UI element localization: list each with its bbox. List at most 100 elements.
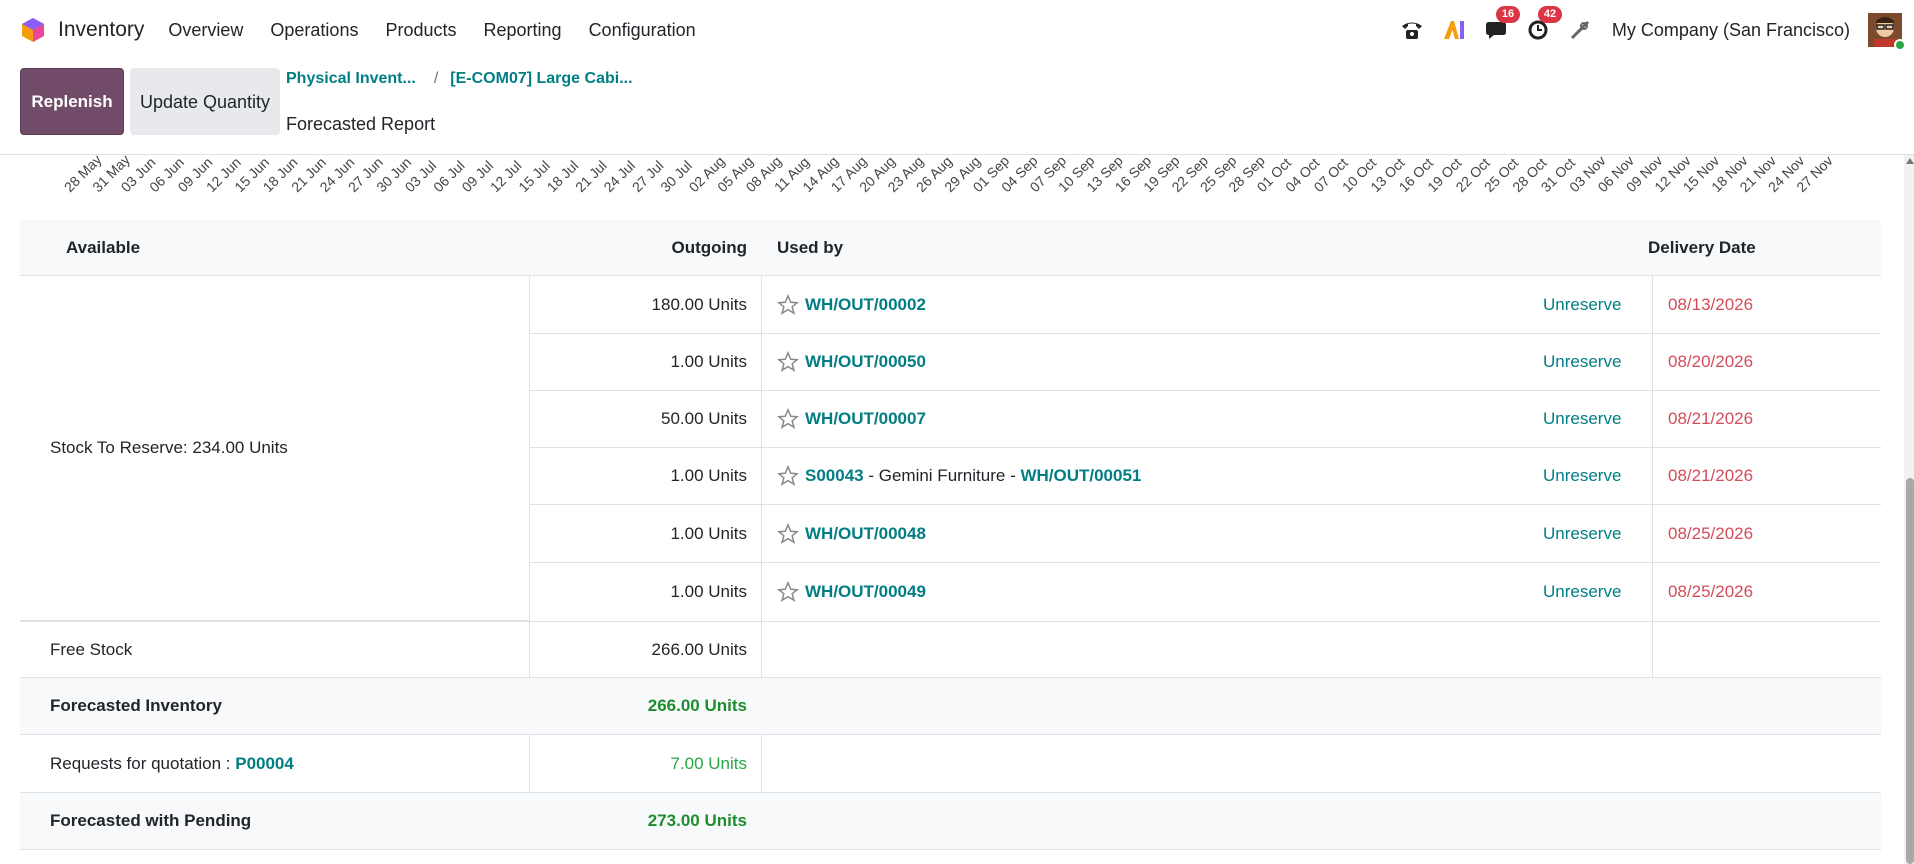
chart-x-axis: 28 May 31 May 03 Jun 06 Jun 09 Jun 12 Jun 15 J… bbox=[0, 155, 1900, 200]
rfq-link[interactable]: P00004 bbox=[235, 754, 294, 774]
separator: - bbox=[1005, 466, 1021, 485]
breadcrumb-product[interactable]: [E-COM07] Large Cabi... bbox=[450, 70, 632, 88]
rfq-row: Requests for quotation : P00004 7.00 Uni… bbox=[20, 735, 1881, 793]
star-icon[interactable] bbox=[777, 581, 799, 603]
forecasted-inventory-row: Forecasted Inventory 266.00 Units bbox=[20, 678, 1881, 735]
move-qty: 1.00 Units bbox=[670, 352, 747, 371]
move-row: 1.00 Units S00043 - Gemini Furniture - W… bbox=[529, 448, 1881, 505]
menu-configuration[interactable]: Configuration bbox=[589, 20, 696, 41]
top-navbar: Inventory Overview Operations Products R… bbox=[0, 0, 1914, 60]
menu-products[interactable]: Products bbox=[385, 20, 456, 41]
move-qty: 180.00 Units bbox=[651, 294, 747, 314]
sale-order-link[interactable]: S00043 bbox=[805, 466, 864, 486]
move-qty: 1.00 Units bbox=[670, 466, 747, 485]
partner-name: Gemini Furniture bbox=[878, 466, 1006, 485]
delivery-date: 08/20/2026 bbox=[1668, 352, 1754, 371]
delivery-date: 08/25/2026 bbox=[1668, 523, 1754, 543]
online-status-dot bbox=[1894, 39, 1906, 51]
move-qty: 1.00 Units bbox=[670, 582, 747, 601]
phone-icon[interactable] bbox=[1398, 16, 1426, 44]
delivery-date: 08/25/2026 bbox=[1668, 582, 1754, 601]
picking-link[interactable]: WH/OUT/00050 bbox=[805, 352, 926, 372]
company-switcher[interactable]: My Company (San Francisco) bbox=[1612, 20, 1850, 41]
debug-tools-icon[interactable] bbox=[1566, 16, 1594, 44]
breadcrumb-physical-inventory[interactable]: Physical Invent... bbox=[286, 70, 416, 88]
column-divider bbox=[761, 334, 762, 390]
column-divider bbox=[761, 391, 762, 447]
unreserve-button[interactable]: Unreserve bbox=[1543, 409, 1621, 429]
messages-icon[interactable]: 16 bbox=[1482, 6, 1521, 44]
x-tick-label: 09 Jul bbox=[458, 157, 496, 195]
free-stock-qty: 266.00 Units bbox=[651, 639, 747, 659]
move-row: 50.00 Units WH/OUT/00007 Unreserve 08/21… bbox=[529, 391, 1881, 448]
move-row: 1.00 Units WH/OUT/00049 Unreserve 08/25/… bbox=[529, 563, 1881, 621]
column-divider bbox=[761, 563, 762, 621]
column-divider bbox=[761, 735, 762, 792]
scroll-up-arrow-icon[interactable] bbox=[1906, 158, 1914, 164]
column-divider bbox=[1652, 448, 1653, 504]
forecasted-pending-label: Forecasted with Pending bbox=[50, 811, 252, 830]
activities-clock-icon[interactable]: 42 bbox=[1524, 6, 1563, 44]
forecasted-pending-qty: 273.00 Units bbox=[647, 811, 747, 830]
free-stock-row: Free Stock 266.00 Units bbox=[20, 621, 1881, 678]
header-available: Available bbox=[66, 237, 141, 257]
x-tick-label: 15 Jul bbox=[515, 157, 553, 195]
table-header: Available Outgoing Used by Delivery Date bbox=[20, 220, 1881, 276]
column-divider bbox=[1652, 276, 1653, 333]
replenish-button[interactable]: Replenish bbox=[20, 68, 124, 135]
move-row: 1.00 Units WH/OUT/00050 Unreserve 08/20/… bbox=[529, 334, 1881, 391]
stock-to-reserve-text: Stock To Reserve: 234.00 Units bbox=[50, 438, 288, 457]
x-tick-label: 18 Jul bbox=[544, 157, 582, 195]
app-name: Inventory bbox=[58, 18, 145, 41]
column-divider bbox=[1652, 391, 1653, 447]
unreserve-button[interactable]: Unreserve bbox=[1543, 524, 1621, 544]
picking-link[interactable]: WH/OUT/00049 bbox=[805, 582, 926, 602]
star-icon[interactable] bbox=[777, 522, 799, 545]
picking-link[interactable]: WH/OUT/00048 bbox=[805, 524, 926, 544]
column-divider bbox=[761, 448, 762, 504]
unreserve-button[interactable]: Unreserve bbox=[1543, 582, 1621, 602]
stock-to-reserve-block: Stock To Reserve: 234.00 Units bbox=[20, 276, 529, 621]
menu-overview[interactable]: Overview bbox=[168, 20, 243, 41]
x-tick-label: 30 Jul bbox=[657, 157, 695, 195]
star-icon[interactable] bbox=[777, 465, 799, 487]
picking-link[interactable]: WH/OUT/00051 bbox=[1020, 466, 1141, 486]
activities-badge: 42 bbox=[1537, 6, 1563, 23]
unreserve-button[interactable]: Unreserve bbox=[1543, 466, 1621, 486]
star-icon[interactable] bbox=[777, 293, 799, 316]
forecast-table: Available Outgoing Used by Delivery Date… bbox=[20, 220, 1881, 856]
move-row: 1.00 Units WH/OUT/00048 Unreserve 08/25/… bbox=[529, 505, 1881, 563]
menu-reporting[interactable]: Reporting bbox=[484, 20, 562, 41]
scrollbar-thumb[interactable] bbox=[1906, 478, 1914, 864]
unreserve-button[interactable]: Unreserve bbox=[1543, 352, 1621, 372]
menu-operations[interactable]: Operations bbox=[270, 20, 358, 41]
delivery-date: 08/21/2026 bbox=[1668, 466, 1754, 485]
stock-to-reserve-label: Stock To Reserve: 234.00 Units bbox=[50, 276, 288, 620]
breadcrumb: Physical Invent... / [E-COM07] Large Cab… bbox=[286, 70, 633, 88]
x-tick-label: 27 Jul bbox=[629, 157, 667, 195]
separator: - bbox=[863, 466, 879, 485]
x-tick-label: 12 Jul bbox=[487, 157, 525, 195]
star-icon[interactable] bbox=[777, 408, 799, 430]
ai-icon[interactable] bbox=[1440, 16, 1468, 44]
x-tick-label: 21 Jul bbox=[572, 157, 610, 195]
column-divider bbox=[1652, 505, 1653, 562]
user-avatar[interactable] bbox=[1868, 13, 1906, 51]
delivery-date: 08/13/2026 bbox=[1668, 294, 1754, 314]
unreserve-button[interactable]: Unreserve bbox=[1543, 295, 1621, 315]
forecasted-inventory-qty: 266.00 Units bbox=[647, 696, 747, 715]
table-body: Stock To Reserve: 234.00 Units 180.00 Un… bbox=[20, 276, 1881, 856]
rfq-qty: 7.00 Units bbox=[670, 753, 747, 773]
column-divider bbox=[1652, 334, 1653, 390]
update-quantity-button[interactable]: Update Quantity bbox=[130, 68, 280, 135]
inventory-app-icon bbox=[22, 18, 44, 42]
picking-link[interactable]: WH/OUT/00007 bbox=[805, 409, 926, 429]
breadcrumb-separator: / bbox=[433, 70, 439, 87]
picking-link[interactable]: WH/OUT/00002 bbox=[805, 295, 926, 315]
forecasted-pending-row: Forecasted with Pending 273.00 Units bbox=[20, 793, 1881, 850]
messages-badge: 16 bbox=[1495, 6, 1521, 23]
app-brand[interactable]: Inventory bbox=[20, 17, 168, 43]
column-divider bbox=[761, 505, 762, 562]
star-icon[interactable] bbox=[777, 351, 799, 373]
chart-axis-svg: 28 May31 May03 Jun06 Jun09 Jun12 Jun15 J… bbox=[61, 155, 1836, 195]
